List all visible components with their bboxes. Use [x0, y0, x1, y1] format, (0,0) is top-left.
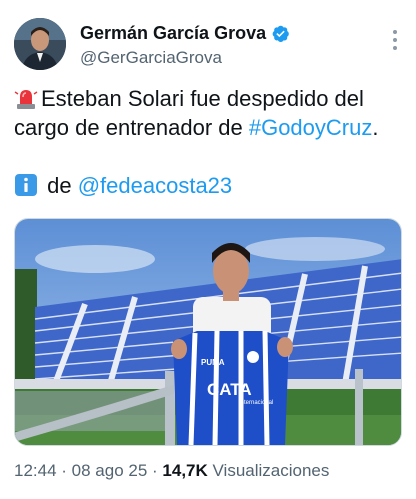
- tweet-media-photo[interactable]: PUMA CATA Internacional: [14, 218, 402, 446]
- tweet-line-3: de @fedeacosta23: [14, 171, 404, 200]
- tweet-line-1: Esteban Solari fue despedido del: [14, 84, 404, 113]
- jersey-sponsor-text: CATA: [207, 380, 252, 399]
- jersey-brand-text: PUMA: [201, 358, 225, 367]
- info-emoji-icon: [15, 174, 37, 196]
- verified-badge-icon: [272, 25, 289, 42]
- tweet-text: Esteban Solari fue despedido del cargo d…: [14, 84, 404, 200]
- tweet-line-2-text: cargo de entrenador de: [14, 115, 249, 140]
- jersey-sponsor-subtext: Internacional: [239, 400, 273, 406]
- tweet-date[interactable]: 08 ago 25: [72, 461, 148, 480]
- tweet-header: Germán García Grova @GerGarciaGrova: [14, 18, 404, 74]
- more-options-icon[interactable]: [392, 30, 398, 52]
- tweet-line-2: cargo de entrenador de #GodoyCruz.: [14, 113, 404, 142]
- meta-separator: ·: [56, 461, 72, 480]
- views-count: 14,7K: [162, 461, 208, 480]
- avatar-photo-icon: [14, 18, 66, 70]
- tweet-meta: 12:44 · 08 ago 25 · 14,7K Visualizacione…: [14, 461, 329, 481]
- tweet-time[interactable]: 12:44: [14, 461, 57, 480]
- meta-separator: ·: [147, 461, 163, 480]
- mention-link[interactable]: @fedeacosta23: [78, 173, 232, 198]
- rotating-light-emoji-icon: [14, 90, 38, 109]
- photo-coach-stadium-icon: PUMA CATA Internacional: [15, 219, 401, 445]
- tweet-line-3-text: de: [41, 173, 78, 198]
- tweet-line-1-text: Esteban Solari fue despedido del: [41, 86, 364, 111]
- author-handle[interactable]: @GerGarciaGrova: [80, 48, 222, 68]
- tweet-line-2-end: .: [372, 115, 379, 140]
- hashtag-link[interactable]: #GodoyCruz: [249, 115, 373, 140]
- views-label: Visualizaciones: [207, 461, 330, 480]
- author-name[interactable]: Germán García Grova: [80, 23, 266, 44]
- avatar[interactable]: [14, 18, 66, 70]
